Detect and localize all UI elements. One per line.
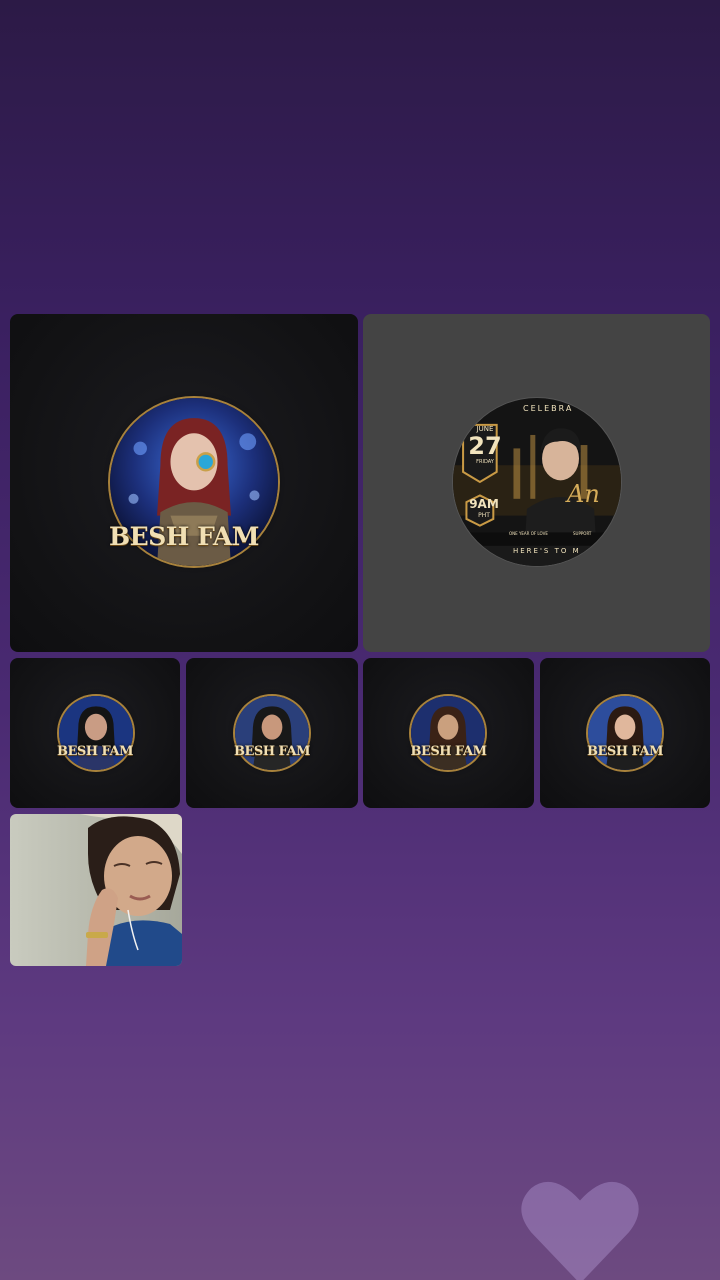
badge-text: BESH FAM xyxy=(56,744,134,759)
badge-text: BESH FAM xyxy=(233,744,311,759)
event-bar-left: ONE YEAR OF LOVE xyxy=(509,531,548,536)
badge-text: BESH FAM xyxy=(410,744,487,759)
participant-tile-small-3[interactable]: BESH FAM xyxy=(363,658,534,808)
participant-tile-small-1[interactable]: BESH FAM xyxy=(10,658,180,808)
event-bar-right: SUPPORT xyxy=(573,531,592,536)
heart-icon xyxy=(521,1181,639,1280)
participant-tile-main-left[interactable]: BESH FAM xyxy=(10,314,358,652)
badge-text: BESH FAM xyxy=(109,522,259,551)
participant-tile-camera-feed[interactable] xyxy=(10,814,182,966)
event-day: 27 xyxy=(468,432,502,460)
participant-tile-small-2[interactable]: BESH FAM xyxy=(186,658,358,808)
event-weekday: FRIDAY xyxy=(476,459,494,465)
event-script-name: An xyxy=(567,480,600,508)
event-bottom-text: HERE'S TO M xyxy=(513,547,581,555)
participant-tile-small-4[interactable]: BESH FAM xyxy=(540,658,710,808)
participant-tile-main-right[interactable]: CELEBRA JUNE 27 FRIDAY 9AM PHT An ONE YE… xyxy=(363,314,710,652)
camera-video-frame xyxy=(10,814,182,966)
event-banner-top: CELEBRA xyxy=(523,404,574,413)
event-time: 9AM xyxy=(469,497,499,511)
event-timezone: PHT xyxy=(478,512,490,519)
badge-text: BESH FAM xyxy=(586,744,664,759)
